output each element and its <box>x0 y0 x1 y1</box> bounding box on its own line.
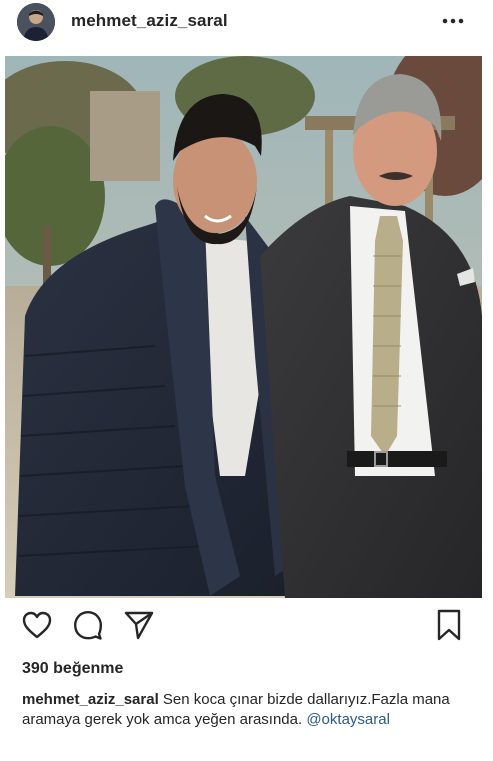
avatar[interactable] <box>17 3 55 41</box>
post-caption: mehmet_aziz_saral Sen koca çınar bizde d… <box>22 690 477 730</box>
caption-username[interactable]: mehmet_aziz_saral <box>22 691 159 708</box>
instagram-post: mehmet_aziz_saral 390 beğenme mehmet_azi… <box>0 0 493 761</box>
post-username[interactable]: mehmet_aziz_saral <box>71 11 228 31</box>
bookmark-icon[interactable] <box>431 607 467 643</box>
likes-count[interactable]: 390 beğenme <box>22 660 123 678</box>
post-actions <box>0 607 493 651</box>
share-icon[interactable] <box>121 607 157 643</box>
heart-icon[interactable] <box>19 607 55 643</box>
comment-icon[interactable] <box>70 607 106 643</box>
post-photo[interactable] <box>5 56 482 598</box>
more-options-icon[interactable] <box>438 9 468 33</box>
post-header: mehmet_aziz_saral <box>0 0 493 48</box>
caption-mention[interactable]: @oktaysaral <box>306 711 390 728</box>
